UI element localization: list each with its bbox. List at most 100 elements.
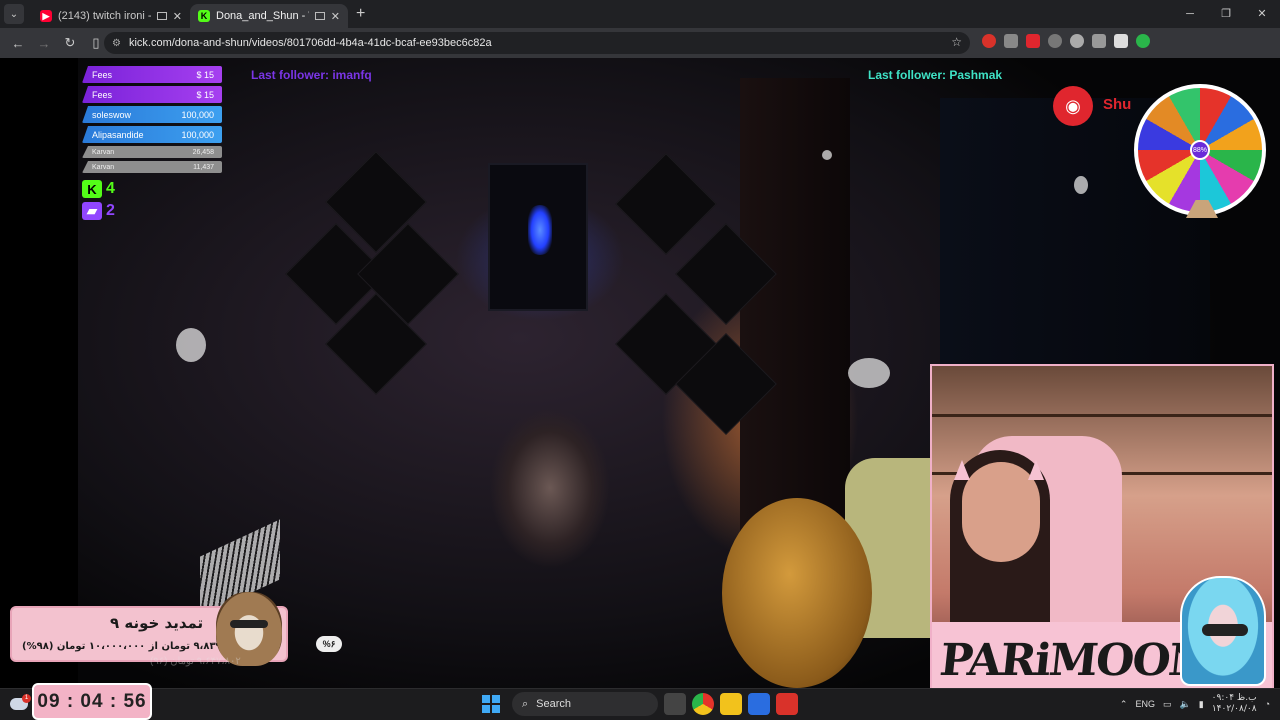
minimize-icon[interactable]: ─ — [1172, 0, 1208, 28]
leaderboard-row: Fees $ 15 — [82, 86, 222, 103]
extension-glasses-icon[interactable] — [1092, 34, 1106, 48]
extension-green-icon[interactable] — [1136, 34, 1150, 48]
bookmark-star-icon[interactable]: ☆ — [951, 35, 962, 49]
cartoon-avatar — [1180, 576, 1266, 686]
tab-search-chevron-icon[interactable]: ⌄ — [4, 4, 24, 24]
window-controls: ─ ❐ ✕ — [1172, 0, 1280, 28]
search-placeholder: Search — [536, 698, 572, 710]
chrome-icon[interactable] — [692, 693, 714, 715]
date-time[interactable]: ب.ظ ۰۹:۰۴ ۱۴۰۲/۰۸/۰۸ — [1212, 693, 1257, 715]
weather-widget[interactable]: 1 — [10, 694, 31, 712]
red-app-icon[interactable] — [776, 693, 798, 715]
windows-start-icon[interactable] — [482, 695, 500, 713]
goal-progress-text: ۹،۸۳۹،۳۷۶ تومان از ۱۰،۰۰۰،۰۰۰ تومان (۹۸%… — [22, 641, 244, 652]
task-view-icon[interactable] — [664, 693, 686, 715]
donor-name: Alipasandide — [92, 129, 144, 140]
language-indicator[interactable]: ENG — [1135, 699, 1155, 709]
close-tab-icon[interactable]: ✕ — [173, 10, 182, 23]
donation-value: 100,000 — [181, 109, 214, 120]
webcam-person-face — [962, 462, 1040, 562]
donor-name: Fees — [92, 89, 113, 100]
battery-icon[interactable]: ▮ — [1199, 699, 1204, 710]
webcam-overlay: PARiMOON — [930, 364, 1274, 688]
leaderboard-row: Fees $ 15 — [82, 66, 222, 83]
tab-title: (2143) twitch ironi - YouTube — [58, 10, 151, 22]
twitch-logo-icon: ▰ — [82, 202, 102, 220]
extension-shield-icon[interactable] — [1114, 34, 1128, 48]
last-follower-left: Last follower: imanfq — [251, 68, 372, 82]
stream-clock: 09 : 04 : 56 — [32, 683, 152, 720]
volume-icon[interactable]: 🔈 — [1179, 699, 1190, 710]
twitch-count: 2 — [106, 202, 115, 219]
goal-title: تمدید خونه ۹ — [110, 614, 204, 632]
prize-wheel: 88% — [1134, 84, 1266, 216]
restore-icon[interactable]: ❐ — [1208, 0, 1244, 28]
file-explorer-icon[interactable] — [720, 693, 742, 715]
reload-icon[interactable]: ↻ — [58, 35, 82, 51]
leaderboard-row-small: Karvan 26,458 — [82, 146, 222, 158]
kick-viewer-count: K 4 — [82, 180, 115, 198]
donor-name: Karvan — [92, 163, 115, 171]
chevron-up-icon[interactable]: ⌃ — [1120, 699, 1128, 710]
extension-grey-icon[interactable] — [1070, 34, 1084, 48]
camera-name: Shu — [1103, 96, 1132, 113]
blue-light — [528, 205, 552, 255]
video-player[interactable]: Last follower: imanfq Last follower: Pas… — [0, 58, 1280, 688]
leaderboard-row-small: Karvan 11,437 — [82, 161, 222, 173]
goal-faint-text: ۹،۶۴۷،۸۰۲ تومان (۹۶) — [150, 656, 241, 667]
network-icon[interactable]: ▭ — [1163, 699, 1172, 710]
notification-bell-icon[interactable]: ◔ — [1265, 699, 1270, 709]
shelf — [932, 414, 1272, 417]
streamer-person — [450, 398, 650, 688]
camera-icon: ◉ — [1053, 86, 1093, 126]
kick-count: 4 — [106, 180, 115, 197]
wheel-hub: 88% — [1190, 140, 1210, 160]
picture-in-picture-icon — [156, 12, 167, 20]
extension-r-icon[interactable] — [1004, 34, 1018, 48]
tab-title: Dona_and_Shun - Watch the — [216, 10, 309, 22]
forward-icon[interactable]: → — [32, 36, 56, 51]
system-tray: ⌃ ENG ▭ 🔈 ▮ ب.ظ ۰۹:۰۴ ۱۴۰۲/۰۸/۰۸ ◔ — [1120, 688, 1280, 720]
search-icon: ⌕ — [522, 697, 529, 710]
date-text: ۱۴۰۲/۰۸/۰۸ — [1211, 704, 1257, 714]
acoustic-panel — [615, 153, 717, 255]
avatar-glasses — [1202, 624, 1248, 636]
notification-badge: 1 — [22, 694, 31, 703]
viewer-counts: K 4 ▰ 2 — [82, 180, 115, 224]
toolbar: ← → ↻ ▯ ⚙ kick.com/dona-and-shun/videos/… — [0, 28, 1280, 58]
extension-camera-icon[interactable] — [1048, 34, 1062, 48]
snowflake — [848, 358, 890, 388]
extension-youtube-icon[interactable] — [1026, 34, 1040, 48]
last-follower-right: Last follower: Pashmak — [868, 68, 1003, 82]
tab-youtube[interactable]: ▶ (2143) twitch ironi - YouTube ✕ — [32, 4, 190, 28]
tab-kick[interactable]: K Dona_and_Shun - Watch the ✕ — [190, 4, 348, 28]
back-icon[interactable]: ← — [6, 36, 30, 51]
picture-in-picture-icon — [314, 12, 325, 20]
close-tab-icon[interactable]: ✕ — [331, 10, 340, 23]
youtube-icon: ▶ — [40, 10, 52, 22]
close-window-icon[interactable]: ✕ — [1244, 0, 1280, 28]
extension-red-icon[interactable] — [982, 34, 996, 48]
webcam-brand: PARiMOON — [937, 635, 1210, 686]
kick-logo-icon: K — [82, 180, 102, 198]
donation-value: 100,000 — [181, 129, 214, 140]
taskbar-apps: ⌕ Search — [482, 692, 798, 716]
letterbox — [0, 58, 78, 688]
address-bar[interactable]: ⚙ kick.com/dona-and-shun/videos/801706dd… — [104, 32, 970, 54]
cat-mascot-icon — [216, 592, 282, 666]
goal-percent-badge: %۶ — [316, 636, 342, 652]
snowflake — [822, 150, 832, 160]
guitar — [722, 498, 872, 688]
twitch-viewer-count: ▰ 2 — [82, 202, 115, 220]
url-text: kick.com/dona-and-shun/videos/801706dd-4… — [128, 37, 492, 49]
time-text: ب.ظ ۰۹:۰۴ — [1211, 693, 1257, 703]
snowflake — [1074, 176, 1088, 194]
donation-value: $ 15 — [196, 89, 214, 100]
donation-value: 26,458 — [192, 148, 214, 156]
site-info-icon[interactable]: ⚙ — [112, 38, 121, 49]
chart-app-icon[interactable] — [748, 693, 770, 715]
tab-strip: ⌄ ▶ (2143) twitch ironi - YouTube ✕ K Do… — [0, 0, 1280, 28]
donation-value: 11,437 — [193, 163, 214, 171]
taskbar-search[interactable]: ⌕ Search — [512, 692, 658, 716]
new-tab-button[interactable]: + — [356, 5, 365, 23]
